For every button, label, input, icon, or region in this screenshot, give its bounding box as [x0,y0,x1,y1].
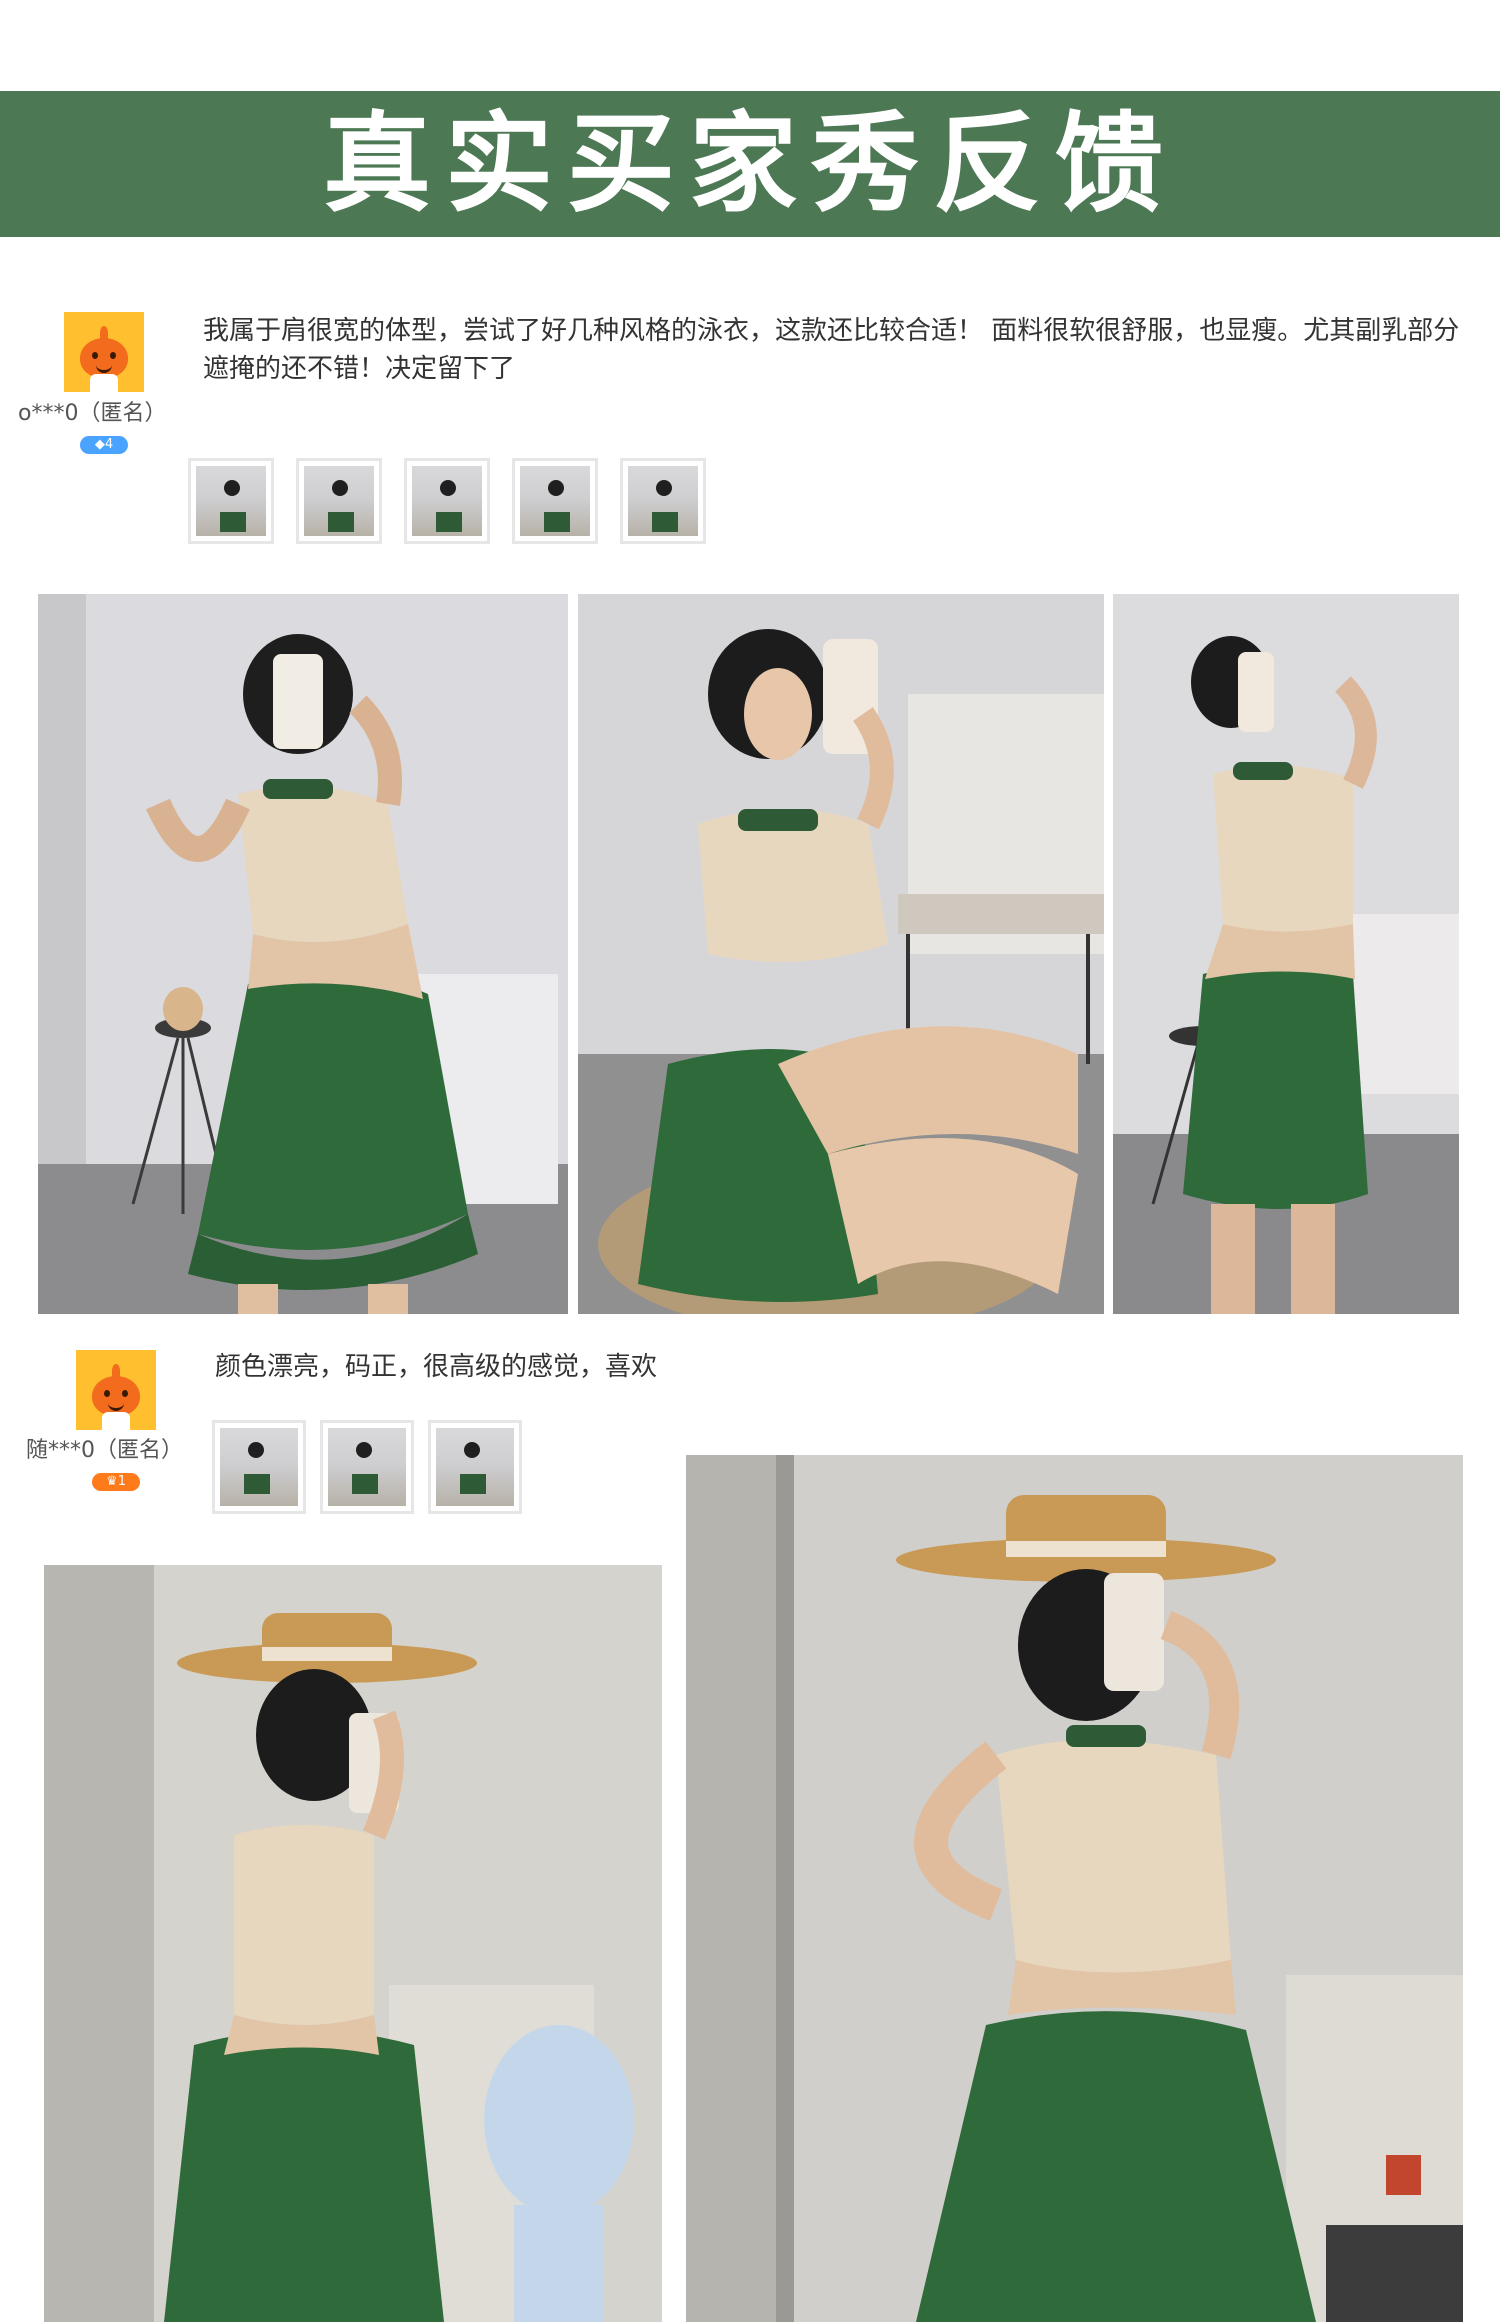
review-text: 颜色漂亮，码正，很高级的感觉，喜欢 [215,1352,658,1382]
review-thumbnail[interactable] [428,1420,522,1514]
review-thumbnail[interactable] [188,458,274,544]
review-thumbnail[interactable] [512,458,598,544]
review-photo[interactable] [578,594,1104,1314]
crown-icon: ♛ [106,1474,118,1489]
model-photo-illustration [38,594,568,1314]
review-photo[interactable] [1113,594,1459,1314]
review-thumbnail[interactable] [620,458,706,544]
vip-level: 4 [104,437,114,452]
model-photo-illustration [44,1565,662,2322]
model-photo-illustration [686,1455,1463,2322]
review-photo[interactable] [38,594,568,1314]
review-thumbnail[interactable] [212,1420,306,1514]
model-photo-illustration [578,594,1104,1314]
banner-title: 真实买家秀反馈 [322,101,1177,227]
reviewer-avatar[interactable] [76,1350,156,1430]
feedback-banner: 真实买家秀反馈 [0,91,1500,237]
review-text: 我属于肩很宽的体型，尝试了好几种风格的泳衣，这款还比较合适！ 面料很软很舒服，也… [203,316,1460,384]
review-photo[interactable] [686,1455,1463,2322]
review-thumbnail[interactable] [296,458,382,544]
review-thumbnail[interactable] [320,1420,414,1514]
reviewer-name[interactable]: o***0（匿名） [18,395,166,427]
diamond-icon: ◆ [94,437,105,452]
vip-level-badge: ◆4 [80,436,128,454]
model-photo-illustration [1113,594,1459,1314]
vip-level: 1 [117,1474,126,1489]
reviewer-name[interactable]: 随***0（匿名） [26,1432,183,1464]
review-thumbnail[interactable] [404,458,490,544]
review-photo[interactable] [44,1565,662,2322]
reviewer-avatar[interactable] [64,312,144,392]
vip-level-badge: ♛1 [92,1473,140,1491]
